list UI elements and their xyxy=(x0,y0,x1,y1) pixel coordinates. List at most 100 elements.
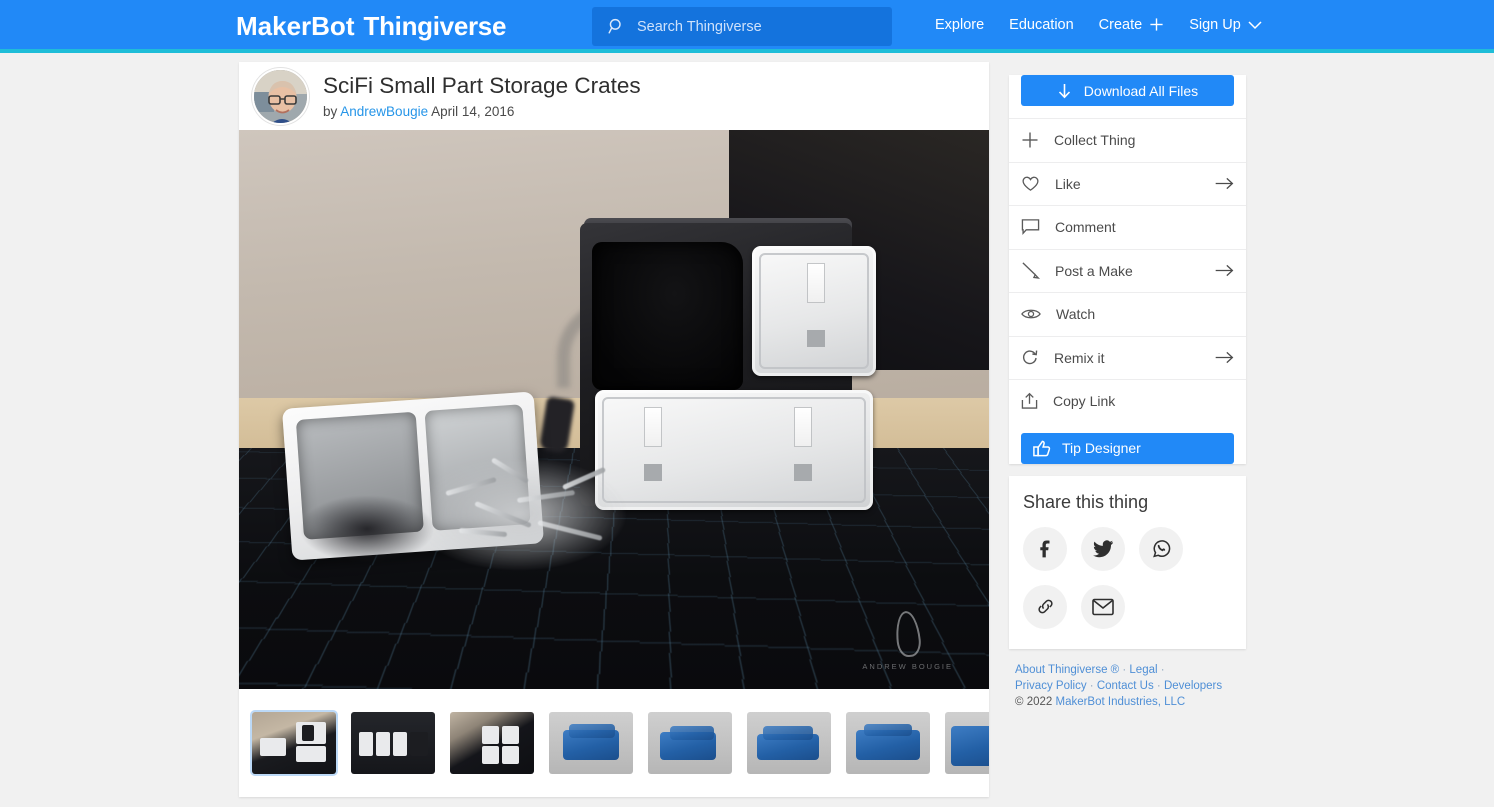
thumbnail-render-4[interactable] xyxy=(846,712,930,774)
author-link[interactable]: AndrewBougie xyxy=(340,104,428,119)
remix-it-button[interactable]: Remix it xyxy=(1009,335,1246,380)
site-header: MakerBot Thingiverse Search Thingiverse … xyxy=(0,0,1494,53)
tip-designer-label: Tip Designer xyxy=(1062,440,1141,456)
photo-silver-screws-pile xyxy=(429,457,629,572)
photo-drawer-upper xyxy=(752,246,876,376)
search-icon xyxy=(608,18,625,35)
nav-create[interactable]: Create xyxy=(1099,17,1165,33)
brand-thingiverse: Thingiverse xyxy=(363,11,507,41)
thing-header: SciFi Small Part Storage Crates by Andre… xyxy=(239,62,989,130)
footer-line-3: © 2022 MakerBot Industries, LLC xyxy=(1015,694,1240,710)
remix-icon xyxy=(1021,349,1039,367)
thumbnail-strip[interactable] xyxy=(239,689,989,797)
thing-title-block: SciFi Small Part Storage Crates by Andre… xyxy=(323,73,641,119)
thumbnail-render-2[interactable] xyxy=(648,712,732,774)
like-label: Like xyxy=(1055,175,1081,192)
photo-drawer-latch-left xyxy=(645,408,661,446)
download-all-files-button[interactable]: Download All Files xyxy=(1021,75,1234,106)
thumbnail-render-3[interactable] xyxy=(747,712,831,774)
tip-designer-button[interactable]: Tip Designer xyxy=(1021,432,1234,464)
search-input[interactable]: Search Thingiverse xyxy=(592,7,892,46)
heart-icon xyxy=(1021,175,1040,192)
share-facebook-button[interactable] xyxy=(1023,526,1067,571)
footer-developers-link[interactable]: Developers xyxy=(1164,680,1222,692)
arrow-right-icon xyxy=(1215,351,1234,364)
remix-it-label: Remix it xyxy=(1054,349,1105,366)
nav-education[interactable]: Education xyxy=(1009,17,1074,33)
footer-line-1: About Thingiverse ® · Legal · xyxy=(1015,662,1240,678)
thumbnail-photo-2[interactable] xyxy=(351,712,435,774)
nav-sign-up[interactable]: Sign Up xyxy=(1189,17,1262,33)
share-panel-title: Share this thing xyxy=(1023,491,1149,512)
sidebar-footer: About Thingiverse ® · Legal · Privacy Po… xyxy=(1009,662,1246,710)
watch-button[interactable]: Watch xyxy=(1009,292,1246,336)
share-email-button[interactable] xyxy=(1081,584,1125,629)
thing-sidebar: Download All Files Collect Thing Like Co… xyxy=(1009,62,1246,710)
share-panel: Share this thing xyxy=(1009,475,1246,649)
facebook-icon xyxy=(1035,539,1055,559)
pencil-icon xyxy=(1021,261,1040,280)
copyright-symbol: © xyxy=(1015,695,1024,708)
footer-privacy-link[interactable]: Privacy Policy xyxy=(1015,680,1087,692)
whatsapp-icon xyxy=(1151,538,1172,559)
copyright-year: 2022 xyxy=(1026,695,1053,708)
eye-icon xyxy=(1021,307,1041,321)
copy-link-button[interactable]: Copy Link xyxy=(1009,379,1246,423)
copyright-owner-link[interactable]: MakerBot Industries, LLC xyxy=(1055,696,1185,708)
photo-drawer-pad xyxy=(807,330,825,347)
footer-about-link[interactable]: About Thingiverse ® xyxy=(1015,664,1119,676)
footer-dot-3: · xyxy=(1089,679,1094,692)
download-all-files-label: Download All Files xyxy=(1083,82,1199,99)
footer-dot-2: · xyxy=(1160,663,1165,676)
thumbnail-render-5[interactable] xyxy=(945,712,989,774)
footer-line-2: Privacy Policy · Contact Us · Developers xyxy=(1015,678,1240,694)
post-a-make-button[interactable]: Post a Make xyxy=(1009,248,1246,293)
nav-explore-label: Explore xyxy=(935,16,985,33)
watch-label: Watch xyxy=(1056,306,1096,323)
search-placeholder: Search Thingiverse xyxy=(637,18,762,35)
site-logo[interactable]: MakerBot Thingiverse xyxy=(236,11,506,42)
thing-byline: by AndrewBougie April 14, 2016 xyxy=(323,104,641,119)
photo-drawer-latch-right xyxy=(795,408,811,446)
share-whatsapp-button[interactable] xyxy=(1139,526,1183,571)
photo-drawer-lower xyxy=(595,390,873,510)
author-avatar[interactable] xyxy=(252,67,309,125)
footer-contact-link[interactable]: Contact Us xyxy=(1097,680,1154,692)
nav-education-label: Education xyxy=(1009,16,1074,33)
photo-drawer-pad-left xyxy=(644,464,662,481)
publish-date: April 14, 2016 xyxy=(431,103,515,119)
download-arrow-icon xyxy=(1057,83,1072,99)
nav-explore[interactable]: Explore xyxy=(935,17,984,33)
comment-label: Comment xyxy=(1055,219,1116,236)
share-twitter-button[interactable] xyxy=(1081,526,1125,571)
plus-icon xyxy=(1149,17,1164,32)
header-nav: Explore Education Create Sign Up xyxy=(935,0,1262,49)
comment-button[interactable]: Comment xyxy=(1009,205,1246,249)
thumbnail-photo-3[interactable] xyxy=(450,712,534,774)
nav-create-label: Create xyxy=(1098,16,1143,33)
thumbnail-render-1[interactable] xyxy=(549,712,633,774)
collect-thing-button[interactable]: Collect Thing xyxy=(1009,118,1246,162)
twitter-icon xyxy=(1092,539,1114,559)
footer-legal-link[interactable]: Legal xyxy=(1129,664,1157,676)
plus-icon xyxy=(1021,131,1039,149)
chevron-down-icon xyxy=(1248,20,1262,30)
arrow-right-icon xyxy=(1215,177,1234,190)
link-icon xyxy=(1035,596,1056,617)
photo-crate-cavity xyxy=(592,242,743,390)
photo-drawer-latch xyxy=(808,264,824,302)
footer-dot-4: · xyxy=(1156,679,1161,692)
thumbnail-photo-1[interactable] xyxy=(252,712,336,774)
comment-icon xyxy=(1021,218,1040,236)
like-button[interactable]: Like xyxy=(1009,161,1246,206)
actions-panel: Download All Files Collect Thing Like Co… xyxy=(1009,75,1246,464)
thing-main-card: SciFi Small Part Storage Crates by Andre… xyxy=(239,62,989,797)
page-title: SciFi Small Part Storage Crates xyxy=(323,73,641,99)
brand-makerbot: MakerBot xyxy=(236,11,355,41)
photo-black-screws-pile xyxy=(301,496,433,562)
thing-main-image[interactable]: ANDREW BOUGIE xyxy=(239,130,989,689)
share-link-button[interactable] xyxy=(1023,584,1067,629)
post-a-make-label: Post a Make xyxy=(1055,262,1133,279)
email-icon xyxy=(1092,598,1114,616)
nav-sign-up-label: Sign Up xyxy=(1189,16,1241,33)
